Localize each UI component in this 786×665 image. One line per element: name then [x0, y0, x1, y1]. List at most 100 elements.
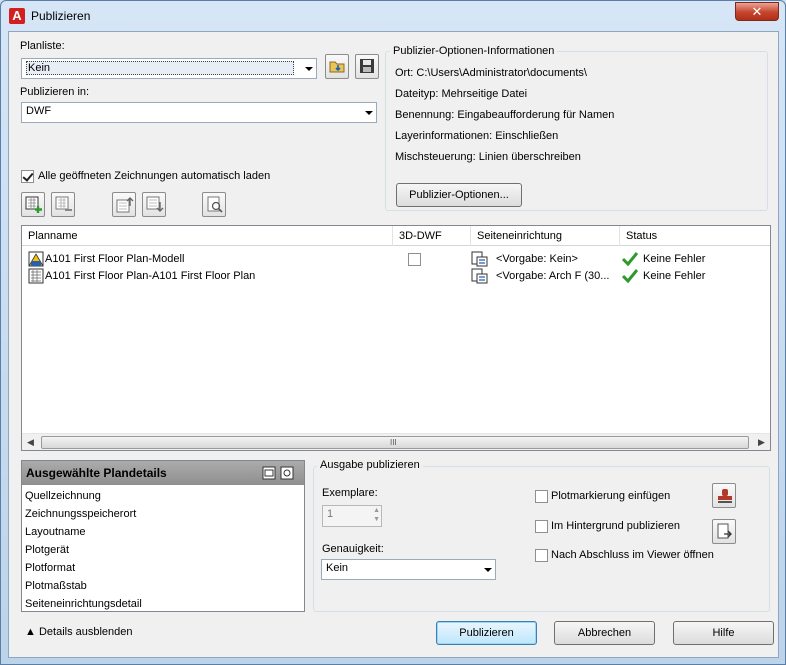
detail-page-setup: Seiteneinrichtungsdetail — [25, 598, 142, 610]
folder-load-icon — [329, 61, 345, 73]
move-up-icon — [116, 197, 134, 213]
open-in-viewer-checkbox[interactable] — [535, 549, 548, 562]
detail-plot-device: Plotgerät — [25, 544, 70, 556]
info-naming-value: Eingabeaufforderung für Namen — [457, 109, 615, 121]
dialog-client-area: Planliste: Kein Publizieren in: DWF Publ… — [8, 31, 779, 658]
preview-button[interactable] — [202, 192, 226, 217]
copies-spinner: 1 ▲ ▼ — [322, 505, 382, 527]
checkmark-ok-icon — [622, 252, 638, 267]
auto-load-checkbox[interactable] — [21, 170, 34, 183]
info-layers: Layerinformationen: Einschließen — [395, 130, 558, 142]
sheet-name: A101 First Floor Plan-A101 First Floor P… — [45, 270, 256, 282]
layout-sheet-icon — [28, 268, 44, 284]
detail-plot-size: Plotformat — [25, 562, 76, 574]
info-naming: Benennung: Eingabeaufforderung für Namen — [395, 109, 614, 121]
publish-output-group — [313, 466, 770, 612]
help-button[interactable]: Hilfe — [673, 621, 774, 645]
publish-to-value: DWF — [26, 105, 52, 117]
plot-stamp-label: Plotmarkierung einfügen — [551, 490, 671, 502]
page-setup-icon — [471, 268, 488, 284]
preview-magnifier-icon — [207, 196, 223, 213]
info-location: Ort: C:\Users\Administrator\documents\ — [395, 67, 587, 79]
checkmark-ok-icon — [622, 269, 638, 284]
background-publish-label: Im Hintergrund publizieren — [551, 520, 681, 532]
document-arrow-icon — [717, 523, 732, 539]
sheet-details-panel: Ausgewählte Plandetails Quellzeichnung Z… — [21, 460, 305, 612]
column-status[interactable]: Status — [620, 226, 770, 246]
model-sheet-icon — [28, 251, 44, 267]
copies-value: 1 — [327, 508, 334, 520]
add-sheet-icon — [25, 196, 42, 213]
page-setup-value: <Vorgabe: Kein> — [496, 253, 578, 265]
detail-plot-scale: Plotmaßstab — [25, 580, 87, 592]
open-in-viewer-label: Nach Abschluss im Viewer öffnen — [551, 549, 714, 561]
chevron-down-icon — [484, 568, 492, 572]
plot-stamp-settings-button[interactable] — [712, 483, 736, 508]
remove-sheets-button[interactable] — [51, 192, 75, 217]
info-filetype: Dateityp: Mehrseitige Datei — [395, 88, 527, 100]
info-filetype-key: Dateityp: — [395, 88, 439, 100]
scroll-right-icon[interactable]: ▶ — [758, 437, 765, 448]
move-sheet-up-button[interactable] — [112, 192, 136, 217]
add-sheets-button[interactable] — [21, 192, 45, 217]
sheet-list-combo[interactable]: Kein — [21, 58, 317, 79]
3d-dwf-checkbox[interactable] — [408, 253, 421, 266]
sheet-list-label: Planliste: — [20, 40, 65, 52]
info-merge: Mischsteuerung: Linien überschreiben — [395, 151, 581, 163]
info-layers-key: Layerinformationen: — [395, 130, 493, 142]
chevron-down-icon — [365, 111, 373, 115]
page-setup-value: <Vorgabe: Arch F (30... — [496, 270, 610, 282]
plot-stamp-checkbox[interactable] — [535, 490, 548, 503]
close-button[interactable]: ✕ — [735, 2, 779, 21]
hide-details-label: Details ausblenden — [38, 626, 133, 638]
precision-label: Genauigkeit: — [322, 543, 384, 555]
details-refresh-icon[interactable] — [280, 466, 294, 480]
scroll-left-icon[interactable]: ◀ — [27, 437, 34, 448]
window-title: Publizieren — [31, 9, 91, 23]
load-sheet-list-button[interactable] — [325, 54, 349, 79]
remove-sheet-icon — [55, 196, 72, 211]
column-3d-dwf[interactable]: 3D-DWF — [393, 226, 471, 246]
auto-load-label: Alle geöffneten Zeichnungen automatisch … — [38, 170, 271, 182]
sheet-name: A101 First Floor Plan-Modell — [45, 253, 185, 265]
publish-button[interactable]: Publizieren — [436, 621, 537, 645]
background-publish-checkbox[interactable] — [535, 520, 548, 533]
sheet-details-title: Ausgewählte Plandetails — [26, 466, 167, 480]
publish-output-title: Ausgabe publizieren — [317, 459, 423, 471]
table-row[interactable]: A101 First Floor Plan-A101 First Floor P… — [22, 268, 770, 285]
horizontal-scrollbar[interactable]: ◀ III ▶ — [22, 433, 770, 450]
sheets-table-header: Planname 3D-DWF Seiteneinrichtung Status — [22, 226, 770, 246]
sheet-details-header: Ausgewählte Plandetails — [22, 461, 304, 485]
chevron-down-icon — [305, 67, 313, 71]
floppy-save-icon — [360, 59, 374, 73]
move-sheet-down-button[interactable] — [142, 192, 166, 217]
cancel-button[interactable]: Abbrechen — [554, 621, 655, 645]
spinner-arrows-icon: ▲ ▼ — [373, 507, 380, 523]
status-value: Keine Fehler — [643, 270, 706, 282]
precision-value: Kein — [326, 562, 349, 574]
info-layers-value: Einschließen — [495, 130, 559, 142]
details-view-icon[interactable] — [262, 466, 276, 480]
precision-combo[interactable]: Kein — [321, 559, 496, 580]
copies-label: Exemplare: — [322, 487, 378, 499]
publish-options-button[interactable]: Publizier-Optionen... — [396, 183, 522, 207]
detail-drawing-location: Zeichnungsspeicherort — [25, 508, 137, 520]
info-filetype-value: Mehrseitige Datei — [441, 88, 528, 100]
title-bar: A Publizieren ✕ — [1, 1, 785, 31]
stamp-icon — [718, 489, 732, 503]
publish-dialog: A Publizieren ✕ Planliste: Kein Publizie… — [0, 0, 786, 665]
scroll-grip: III — [390, 438, 397, 447]
save-sheet-list-button[interactable] — [355, 54, 379, 79]
info-merge-key: Mischsteuerung: — [395, 151, 476, 163]
detail-layout-name: Layoutname — [25, 526, 86, 538]
sheet-list-value: Kein — [26, 61, 294, 75]
autocad-app-icon: A — [9, 8, 25, 24]
info-naming-key: Benennung: — [395, 109, 455, 121]
export-settings-button[interactable] — [712, 519, 736, 544]
scrollbar-thumb[interactable]: III — [41, 436, 749, 449]
hide-details-toggle[interactable]: ▲ Details ausblenden — [25, 626, 133, 638]
column-page-setup[interactable]: Seiteneinrichtung — [471, 226, 620, 246]
column-sheet-name[interactable]: Planname — [22, 226, 393, 246]
publish-to-combo[interactable]: DWF — [21, 102, 377, 123]
table-row[interactable]: A101 First Floor Plan-Modell <Vorgabe: K… — [22, 251, 770, 268]
